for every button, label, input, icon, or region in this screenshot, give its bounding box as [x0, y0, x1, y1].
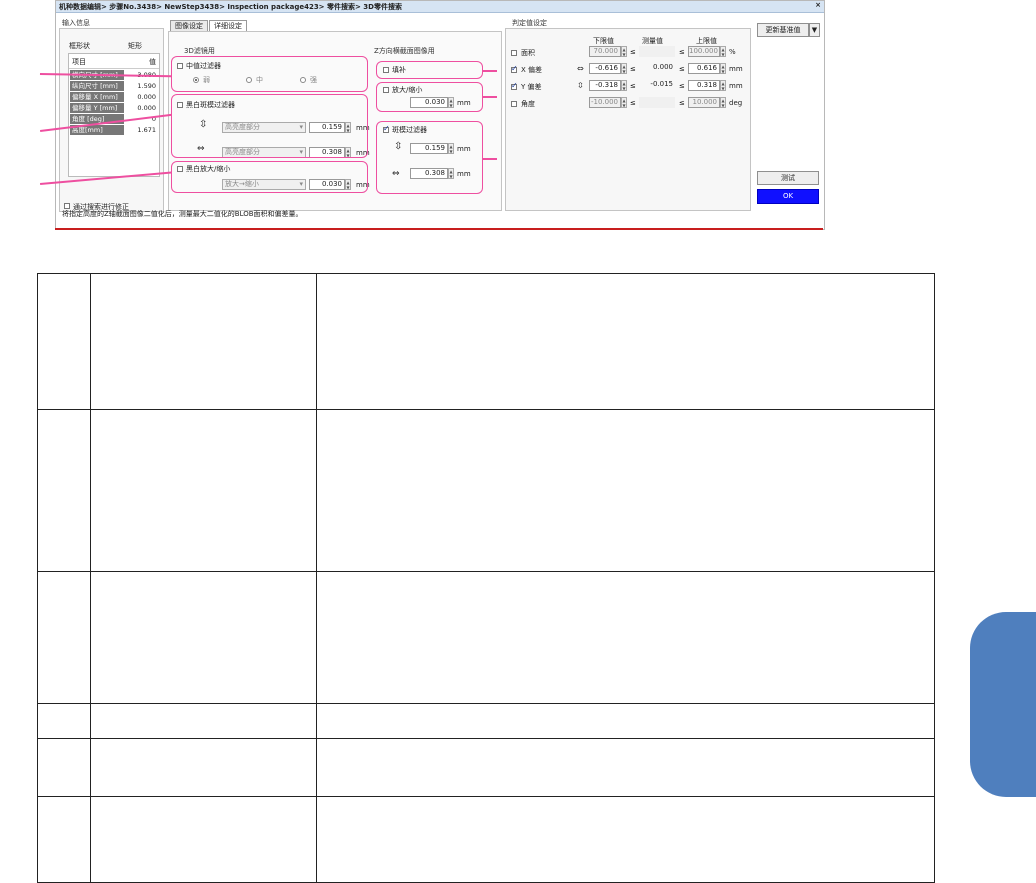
- callout-box-z-expand: [376, 82, 483, 112]
- callout-box-z-noise: [376, 121, 483, 194]
- judge-upper-spin[interactable]: ▲ ▼: [720, 80, 726, 91]
- info-item-value: 0.000: [137, 104, 156, 112]
- judge-measured-value: 0.000: [652, 63, 673, 71]
- judge-upper-spin[interactable]: ▲ ▼: [720, 97, 726, 108]
- judge-lower-field[interactable]: 70.000: [589, 46, 621, 57]
- leader-line-5: [482, 96, 497, 98]
- leader-line-4: [482, 70, 497, 72]
- judge-upper-field[interactable]: 0.318: [688, 80, 720, 91]
- judge-unit: mm: [729, 65, 743, 73]
- judge-row-label: 角度: [521, 100, 535, 108]
- judge-unit: deg: [729, 99, 743, 107]
- filter3d-header: 3D滤镜用: [184, 47, 215, 55]
- col-value-header: 值: [149, 58, 156, 66]
- judge-lower-spin[interactable]: ▲ ▼: [621, 80, 627, 91]
- input-info-table: 项目 值 横向尺寸 [mm]3.080纵向尺寸 [mm]1.590偏移量 X […: [68, 53, 160, 177]
- input-info-panel: 框形状 矩形 项目 值 横向尺寸 [mm]3.080纵向尺寸 [mm]1.590…: [59, 28, 164, 212]
- judge-row-label: X 偏差: [521, 66, 543, 74]
- leader-line-6: [482, 158, 497, 160]
- tab-detail-settings[interactable]: 详细设定: [209, 20, 247, 31]
- info-row: 偏移量 X [mm] 0.000: [70, 92, 158, 103]
- judge-checkbox[interactable]: [511, 50, 517, 56]
- horizontal-arrow-icon: ⇔: [577, 64, 584, 73]
- info-item-label: 偏移量 X [mm]: [70, 92, 124, 102]
- judge-cmp-2: ≤: [679, 48, 685, 56]
- judge-upper-field[interactable]: 0.616: [688, 63, 720, 74]
- info-row: 纵向尺寸 [mm] 1.590: [70, 81, 158, 92]
- info-row: 高度[mm] 1.671: [70, 125, 158, 136]
- judge-lower-spin[interactable]: ▲ ▼: [621, 97, 627, 108]
- test-button[interactable]: 测试: [757, 171, 819, 185]
- judge-row-label: Y 偏差: [521, 83, 542, 91]
- close-icon[interactable]: ×: [815, 1, 821, 9]
- callout-box-median: [171, 56, 368, 92]
- shape-value: 矩形: [128, 42, 142, 50]
- info-row: 角度 [deg] 0: [70, 114, 158, 125]
- description-table: [37, 273, 935, 883]
- judge-lower-field[interactable]: -0.318: [589, 80, 621, 91]
- shape-label: 框形状: [69, 42, 90, 50]
- judge-cmp-1: ≤: [630, 82, 636, 90]
- lower-header: 下限值: [593, 37, 614, 45]
- update-baseline-button[interactable]: 更新基准值: [757, 23, 809, 37]
- ok-button[interactable]: OK: [757, 189, 819, 204]
- tab-image-settings[interactable]: 图像设定: [170, 20, 208, 31]
- judge-cmp-1: ≤: [630, 99, 636, 107]
- judge-measured-value: [639, 97, 675, 108]
- judge-lower-field[interactable]: -10.000: [589, 97, 621, 108]
- info-item-value: 1.671: [137, 126, 156, 134]
- judge-row-label: 面积: [521, 49, 535, 57]
- status-text: 将指定高度的Z轴截面图像二值化后，测量最大二值化的BLOB面积和偏差量。: [62, 210, 303, 218]
- judge-upper-spin[interactable]: ▲ ▼: [720, 63, 726, 74]
- judge-unit: %: [729, 48, 736, 56]
- input-info-header: 输入信息: [62, 19, 90, 27]
- judge-cmp-1: ≤: [630, 48, 636, 56]
- judge-unit: mm: [729, 82, 743, 90]
- info-row: 偏移量 Y [mm] 0.000: [70, 103, 158, 114]
- info-item-label: 纵向尺寸 [mm]: [70, 81, 124, 91]
- vertical-arrow-icon: ⇳: [577, 81, 584, 90]
- bottom-rule: [55, 228, 823, 230]
- update-dropdown-icon[interactable]: ▼: [809, 23, 820, 37]
- chapter-side-tab: [970, 612, 1036, 797]
- dialog-title: 机种数据编辑> 步骤No.3438> NewStep3438> Inspecti…: [56, 1, 824, 13]
- judge-lower-spin[interactable]: ▲ ▼: [621, 63, 627, 74]
- judge-upper-field[interactable]: 100.000: [688, 46, 720, 57]
- callout-box-bw-noise: [171, 94, 368, 158]
- judge-header: 判定值设定: [512, 19, 547, 27]
- judge-checkbox[interactable]: [511, 81, 518, 90]
- judge-cmp-1: ≤: [630, 65, 636, 73]
- judge-lower-spin[interactable]: ▲ ▼: [621, 46, 627, 57]
- info-item-value: 0.000: [137, 93, 156, 101]
- col-item-header: 项目: [72, 58, 86, 66]
- zsection-header: Z方向横截面图像用: [374, 47, 435, 55]
- judge-cmp-2: ≤: [679, 65, 685, 73]
- judge-cmp-2: ≤: [679, 99, 685, 107]
- judge-upper-field[interactable]: 10.000: [688, 97, 720, 108]
- judge-lower-field[interactable]: -0.616: [589, 63, 621, 74]
- judge-measured-value: [639, 46, 675, 57]
- judge-measured-value: -0.015: [650, 80, 673, 88]
- judge-checkbox[interactable]: [511, 101, 517, 107]
- judge-cmp-2: ≤: [679, 82, 685, 90]
- info-item-value: 1.590: [137, 82, 156, 90]
- upper-header: 上限值: [696, 37, 717, 45]
- info-item-label: 偏移量 Y [mm]: [70, 103, 124, 113]
- measured-header: 测量值: [642, 37, 663, 45]
- judge-checkbox[interactable]: [511, 64, 518, 73]
- judge-upper-spin[interactable]: ▲ ▼: [720, 46, 726, 57]
- callout-box-fill: [376, 61, 483, 79]
- callout-box-bw-expand: [171, 161, 368, 193]
